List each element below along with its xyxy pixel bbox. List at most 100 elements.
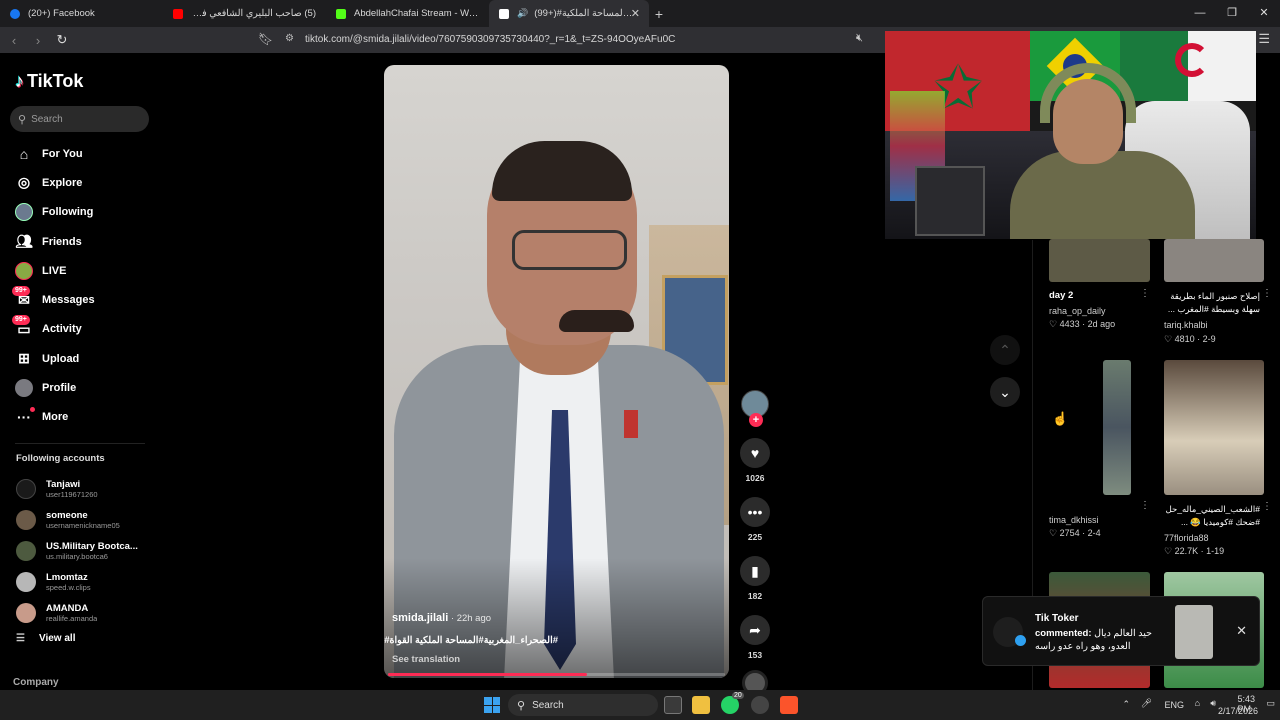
- url-field[interactable]: tiktok.com/@smida.jilali/video/760759030…: [305, 34, 675, 45]
- save-action[interactable]: ▮ 182: [738, 556, 772, 601]
- language-indicator[interactable]: ENG: [1164, 700, 1184, 710]
- tab-youtube[interactable]: (5) صاحب البليري الشافعي في الخدمة: [163, 0, 326, 27]
- new-tab-button[interactable]: +: [649, 6, 669, 22]
- close-icon[interactable]: ✕: [1236, 623, 1247, 639]
- creator-avatar[interactable]: +: [741, 390, 769, 427]
- nav-explore[interactable]: ◎ Explore: [0, 168, 160, 197]
- following-account[interactable]: AMANDA reallife.amanda: [16, 597, 156, 628]
- author-name[interactable]: smida.jilali: [392, 612, 448, 624]
- site-info-icon[interactable]: ⚙: [285, 33, 294, 44]
- chevron-up-icon[interactable]: ⌃: [1122, 699, 1130, 710]
- browser-menu-icon[interactable]: ☰: [1258, 31, 1270, 47]
- close-window-icon[interactable]: ✕: [1248, 0, 1280, 27]
- tab-title: AbdellahChafai Stream - Watch Live: [354, 8, 479, 19]
- following-account[interactable]: Tanjawi user119671260: [16, 473, 156, 504]
- bookmark-icon[interactable]: ▮: [740, 556, 770, 586]
- taskbar-search[interactable]: ⚲ Search: [508, 694, 658, 716]
- like-action[interactable]: ♥ 1026: [738, 438, 772, 483]
- notifications-icon[interactable]: ▭: [1266, 698, 1275, 709]
- video-title[interactable]: day 2: [1049, 290, 1073, 301]
- tiktok-sidebar: ♪ TikTok ⚲ ⌂ For You ◎ Explore Following…: [0, 53, 160, 693]
- nav-upload[interactable]: ⊞ Upload: [0, 344, 160, 373]
- tab-facebook[interactable]: (20+) Facebook: [0, 0, 163, 27]
- back-icon[interactable]: ‹: [4, 33, 24, 48]
- video-username[interactable]: tima_dkhissi: [1049, 515, 1099, 525]
- comment-icon[interactable]: •••: [740, 497, 770, 527]
- follow-plus-icon[interactable]: +: [749, 413, 763, 427]
- brave-browser-icon[interactable]: [780, 696, 798, 714]
- speaker-icon[interactable]: 🔊: [517, 8, 528, 19]
- recommendation-thumbnail[interactable]: [1049, 239, 1150, 282]
- following-account[interactable]: US.Military Bootca... us.military.bootca6: [16, 535, 156, 566]
- tab-kick[interactable]: AbdellahChafai Stream - Watch Live: [326, 0, 489, 27]
- nav-friends[interactable]: 👥︎ Friends: [0, 227, 160, 256]
- microphone-icon[interactable]: 🎤︎: [1141, 698, 1152, 709]
- minimize-icon[interactable]: —: [1184, 0, 1216, 27]
- algeria-flag: [1120, 31, 1256, 101]
- more-options-icon[interactable]: ⋮: [1262, 501, 1272, 512]
- video-username[interactable]: 77florida88: [1164, 533, 1209, 543]
- see-translation-link[interactable]: See translation: [392, 654, 460, 665]
- app-icon[interactable]: [751, 696, 769, 714]
- tiktok-logo[interactable]: ♪ TikTok: [15, 71, 83, 92]
- nav-for-you[interactable]: ⌂ For You: [0, 139, 160, 168]
- nav-profile[interactable]: Profile: [0, 373, 160, 402]
- avatar: [16, 571, 36, 592]
- windows-start-icon[interactable]: [484, 697, 500, 713]
- recommendation-thumbnail[interactable]: [1164, 239, 1264, 282]
- nav-more[interactable]: ··· More: [0, 403, 160, 432]
- reload-icon[interactable]: ↻: [52, 32, 72, 48]
- more-options-icon[interactable]: ⋮: [1262, 288, 1272, 299]
- nav-following[interactable]: Following: [0, 198, 160, 227]
- nav-label: Explore: [42, 176, 83, 189]
- video-title[interactable]: إصلاح صنبور الماء بطريقة سهلة وبسيطة #ال…: [1160, 290, 1260, 316]
- search-box[interactable]: ⚲: [10, 106, 149, 132]
- following-account[interactable]: someone usernamenickname05: [16, 504, 156, 535]
- tab-title: (5) صاحب البليري الشافعي في الخدمة: [191, 8, 316, 19]
- messages-icon: ✉ 99+: [12, 286, 33, 309]
- more-options-icon[interactable]: ⋮: [1140, 288, 1150, 299]
- recommendation-thumbnail[interactable]: [1164, 360, 1264, 495]
- streamer-body: [1010, 151, 1195, 239]
- nav-live[interactable]: LIVE: [0, 256, 160, 285]
- video-title[interactable]: #الشعب_الصيني_ماله_حل #ضحك #كوميديا 😂 ..…: [1160, 503, 1260, 529]
- forward-icon[interactable]: ›: [28, 33, 48, 48]
- nav-activity[interactable]: ▭ 99+ Activity: [0, 315, 160, 344]
- close-tab-icon[interactable]: ✕: [631, 7, 640, 20]
- company-link[interactable]: Company: [13, 677, 59, 688]
- video-actions: + ♥ 1026 ••• 225 ▮ 182 ➦ 153: [738, 390, 772, 696]
- comment-notification[interactable]: Tik Toker commented: حيد العالم ديال الع…: [982, 596, 1260, 666]
- next-video-button[interactable]: ⌄: [990, 377, 1020, 407]
- file-explorer-icon[interactable]: [692, 696, 710, 714]
- comment-action[interactable]: ••• 225: [738, 497, 772, 542]
- video-caption[interactable]: #الصحراء_المغربية#المساحة الملكية القواة…: [384, 635, 558, 646]
- restore-icon[interactable]: ❐: [1216, 0, 1248, 27]
- whatsapp-icon[interactable]: 20: [721, 692, 744, 714]
- mute-site-icon[interactable]: 🔇︎: [856, 32, 863, 45]
- more-options-icon[interactable]: ⋮: [1140, 500, 1150, 511]
- video-progress-bar[interactable]: [388, 673, 725, 676]
- task-view-icon[interactable]: [664, 696, 682, 714]
- share-icon[interactable]: ➦: [740, 615, 770, 645]
- tab-tiktok-active[interactable]: 🔊 (99+)#القواة المساحة الملكية ✕: [489, 0, 649, 27]
- video-player[interactable]: smida.jilali · 22h ago #الصحراء_المغربية…: [384, 65, 729, 678]
- bookmark-icon[interactable]: 🔖︎: [258, 32, 273, 46]
- nav-messages[interactable]: ✉ 99+ Messages: [0, 285, 160, 314]
- volume-icon[interactable]: 🔊︎: [1210, 698, 1216, 709]
- video-username[interactable]: tariq.khalbi: [1164, 320, 1208, 330]
- heart-icon[interactable]: ♥: [740, 438, 770, 468]
- view-all-button[interactable]: ☰ View all: [16, 633, 75, 644]
- video-username[interactable]: raha_op_daily: [1049, 306, 1106, 316]
- previous-video-button[interactable]: ⌃: [990, 335, 1020, 365]
- stats-text: 4433 · 2d ago: [1059, 319, 1116, 329]
- account-name: Lmomtaz: [46, 571, 88, 583]
- video-author[interactable]: smida.jilali · 22h ago: [392, 612, 491, 624]
- search-icon: ⚲: [517, 699, 526, 712]
- network-icon[interactable]: ⌂: [1195, 698, 1200, 708]
- share-action[interactable]: ➦ 153: [738, 615, 772, 660]
- following-account[interactable]: Lmomtaz speed.w.clips: [16, 566, 156, 597]
- clock-date[interactable]: 2/17/2026: [1218, 706, 1258, 716]
- activity-badge: 99+: [12, 315, 30, 326]
- recommendation-thumbnail[interactable]: [1103, 360, 1131, 495]
- search-input[interactable]: [31, 113, 137, 125]
